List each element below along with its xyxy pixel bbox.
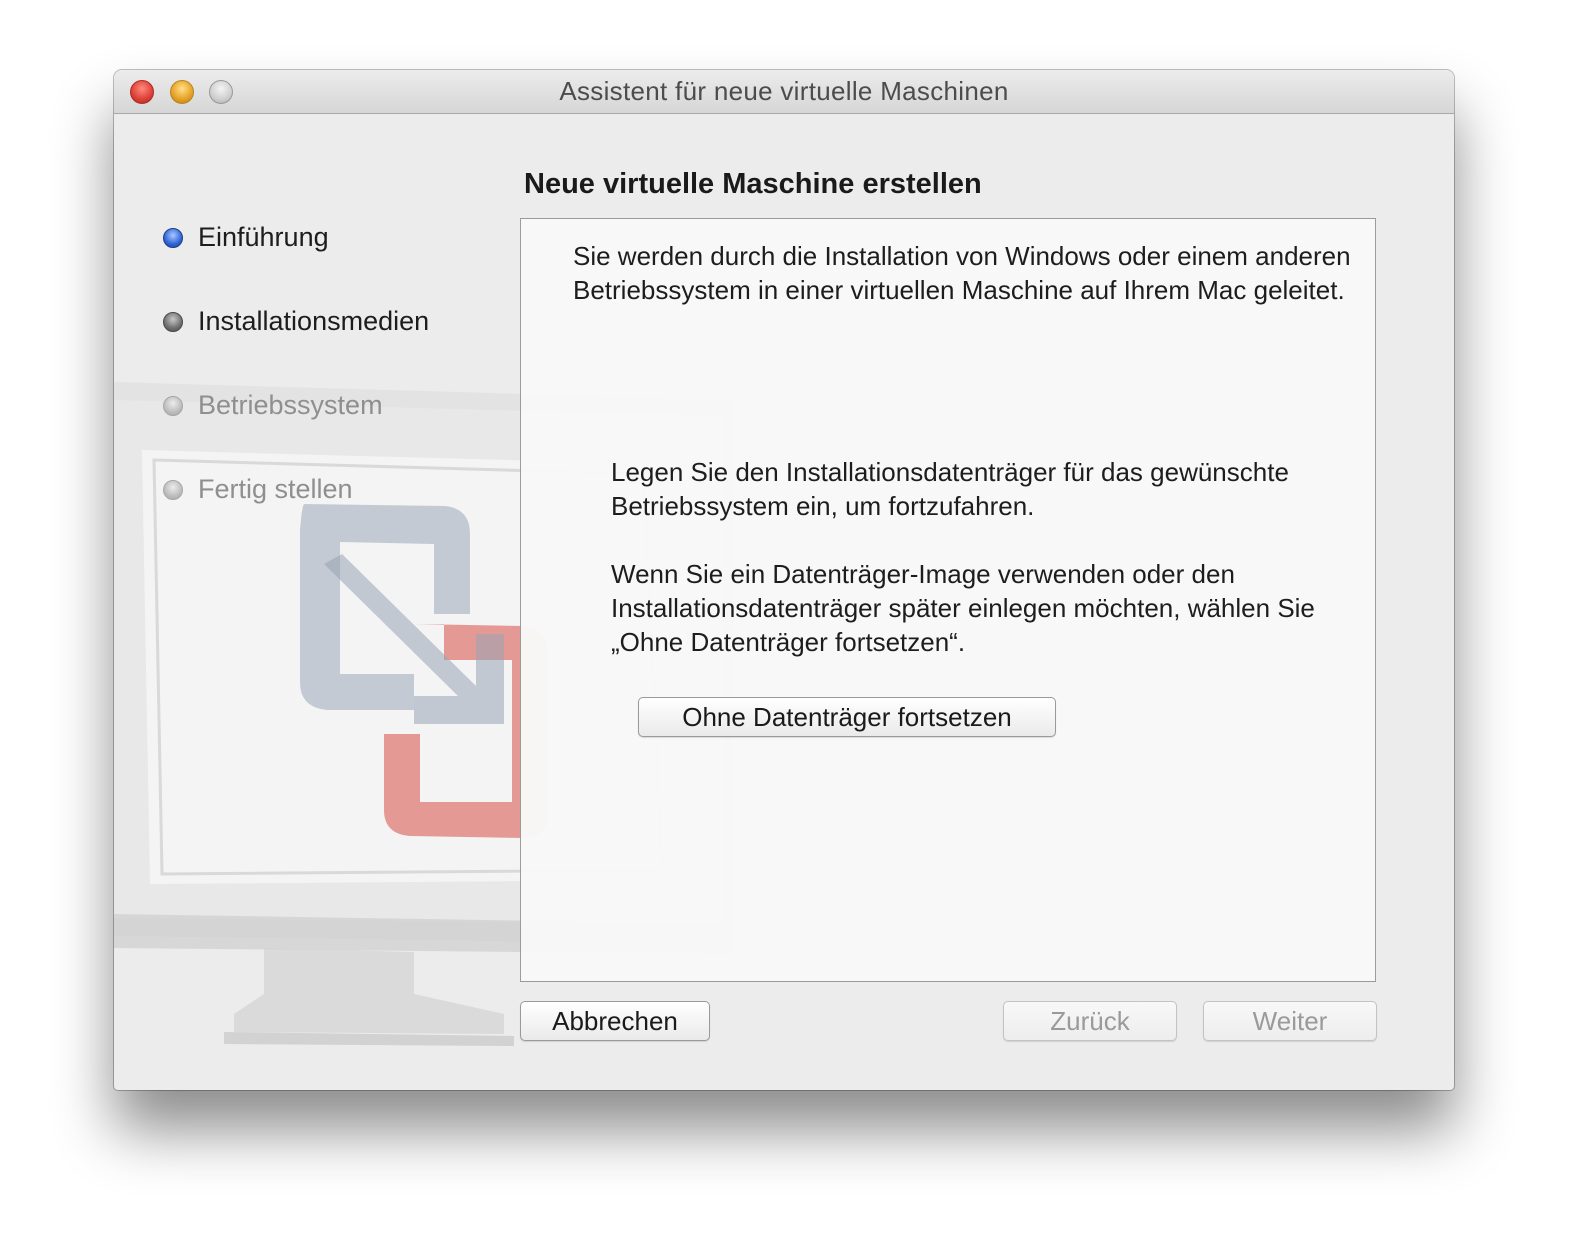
- step-label: Betriebssystem: [198, 390, 383, 420]
- page-title: Neue virtuelle Maschine erstellen: [524, 168, 982, 200]
- intro-text: Sie werden durch die Installation von Wi…: [573, 241, 1351, 305]
- step-label: Installationsmedien: [198, 306, 430, 336]
- next-button[interactable]: Weiter: [1203, 1001, 1377, 1041]
- disabled-step-indicator-icon: [163, 480, 183, 500]
- assistant-window: Assistent für neue virtuelle Maschinen E…: [114, 70, 1454, 1090]
- title-bar[interactable]: Assistent für neue virtuelle Maschinen: [114, 70, 1454, 114]
- content-panel: Sie werden durch die Installation von Wi…: [520, 218, 1376, 982]
- disabled-step-indicator-icon: [163, 396, 183, 416]
- window-title: Assistent für neue virtuelle Maschinen: [559, 76, 1009, 106]
- back-button[interactable]: Zurück: [1003, 1001, 1177, 1041]
- active-step-indicator-icon: [163, 228, 183, 248]
- step-label: Einführung: [198, 222, 329, 252]
- disk-image-hint-text: Wenn Sie ein Datenträger-Image verwenden…: [611, 559, 1315, 657]
- cancel-button[interactable]: Abbrechen: [520, 1001, 710, 1041]
- insert-media-text: Legen Sie den Installationsdatenträger f…: [611, 457, 1289, 521]
- pending-step-indicator-icon: [163, 312, 183, 332]
- step-label: Fertig stellen: [198, 474, 353, 504]
- continue-without-disc-button[interactable]: Ohne Datenträger fortsetzen: [638, 697, 1056, 737]
